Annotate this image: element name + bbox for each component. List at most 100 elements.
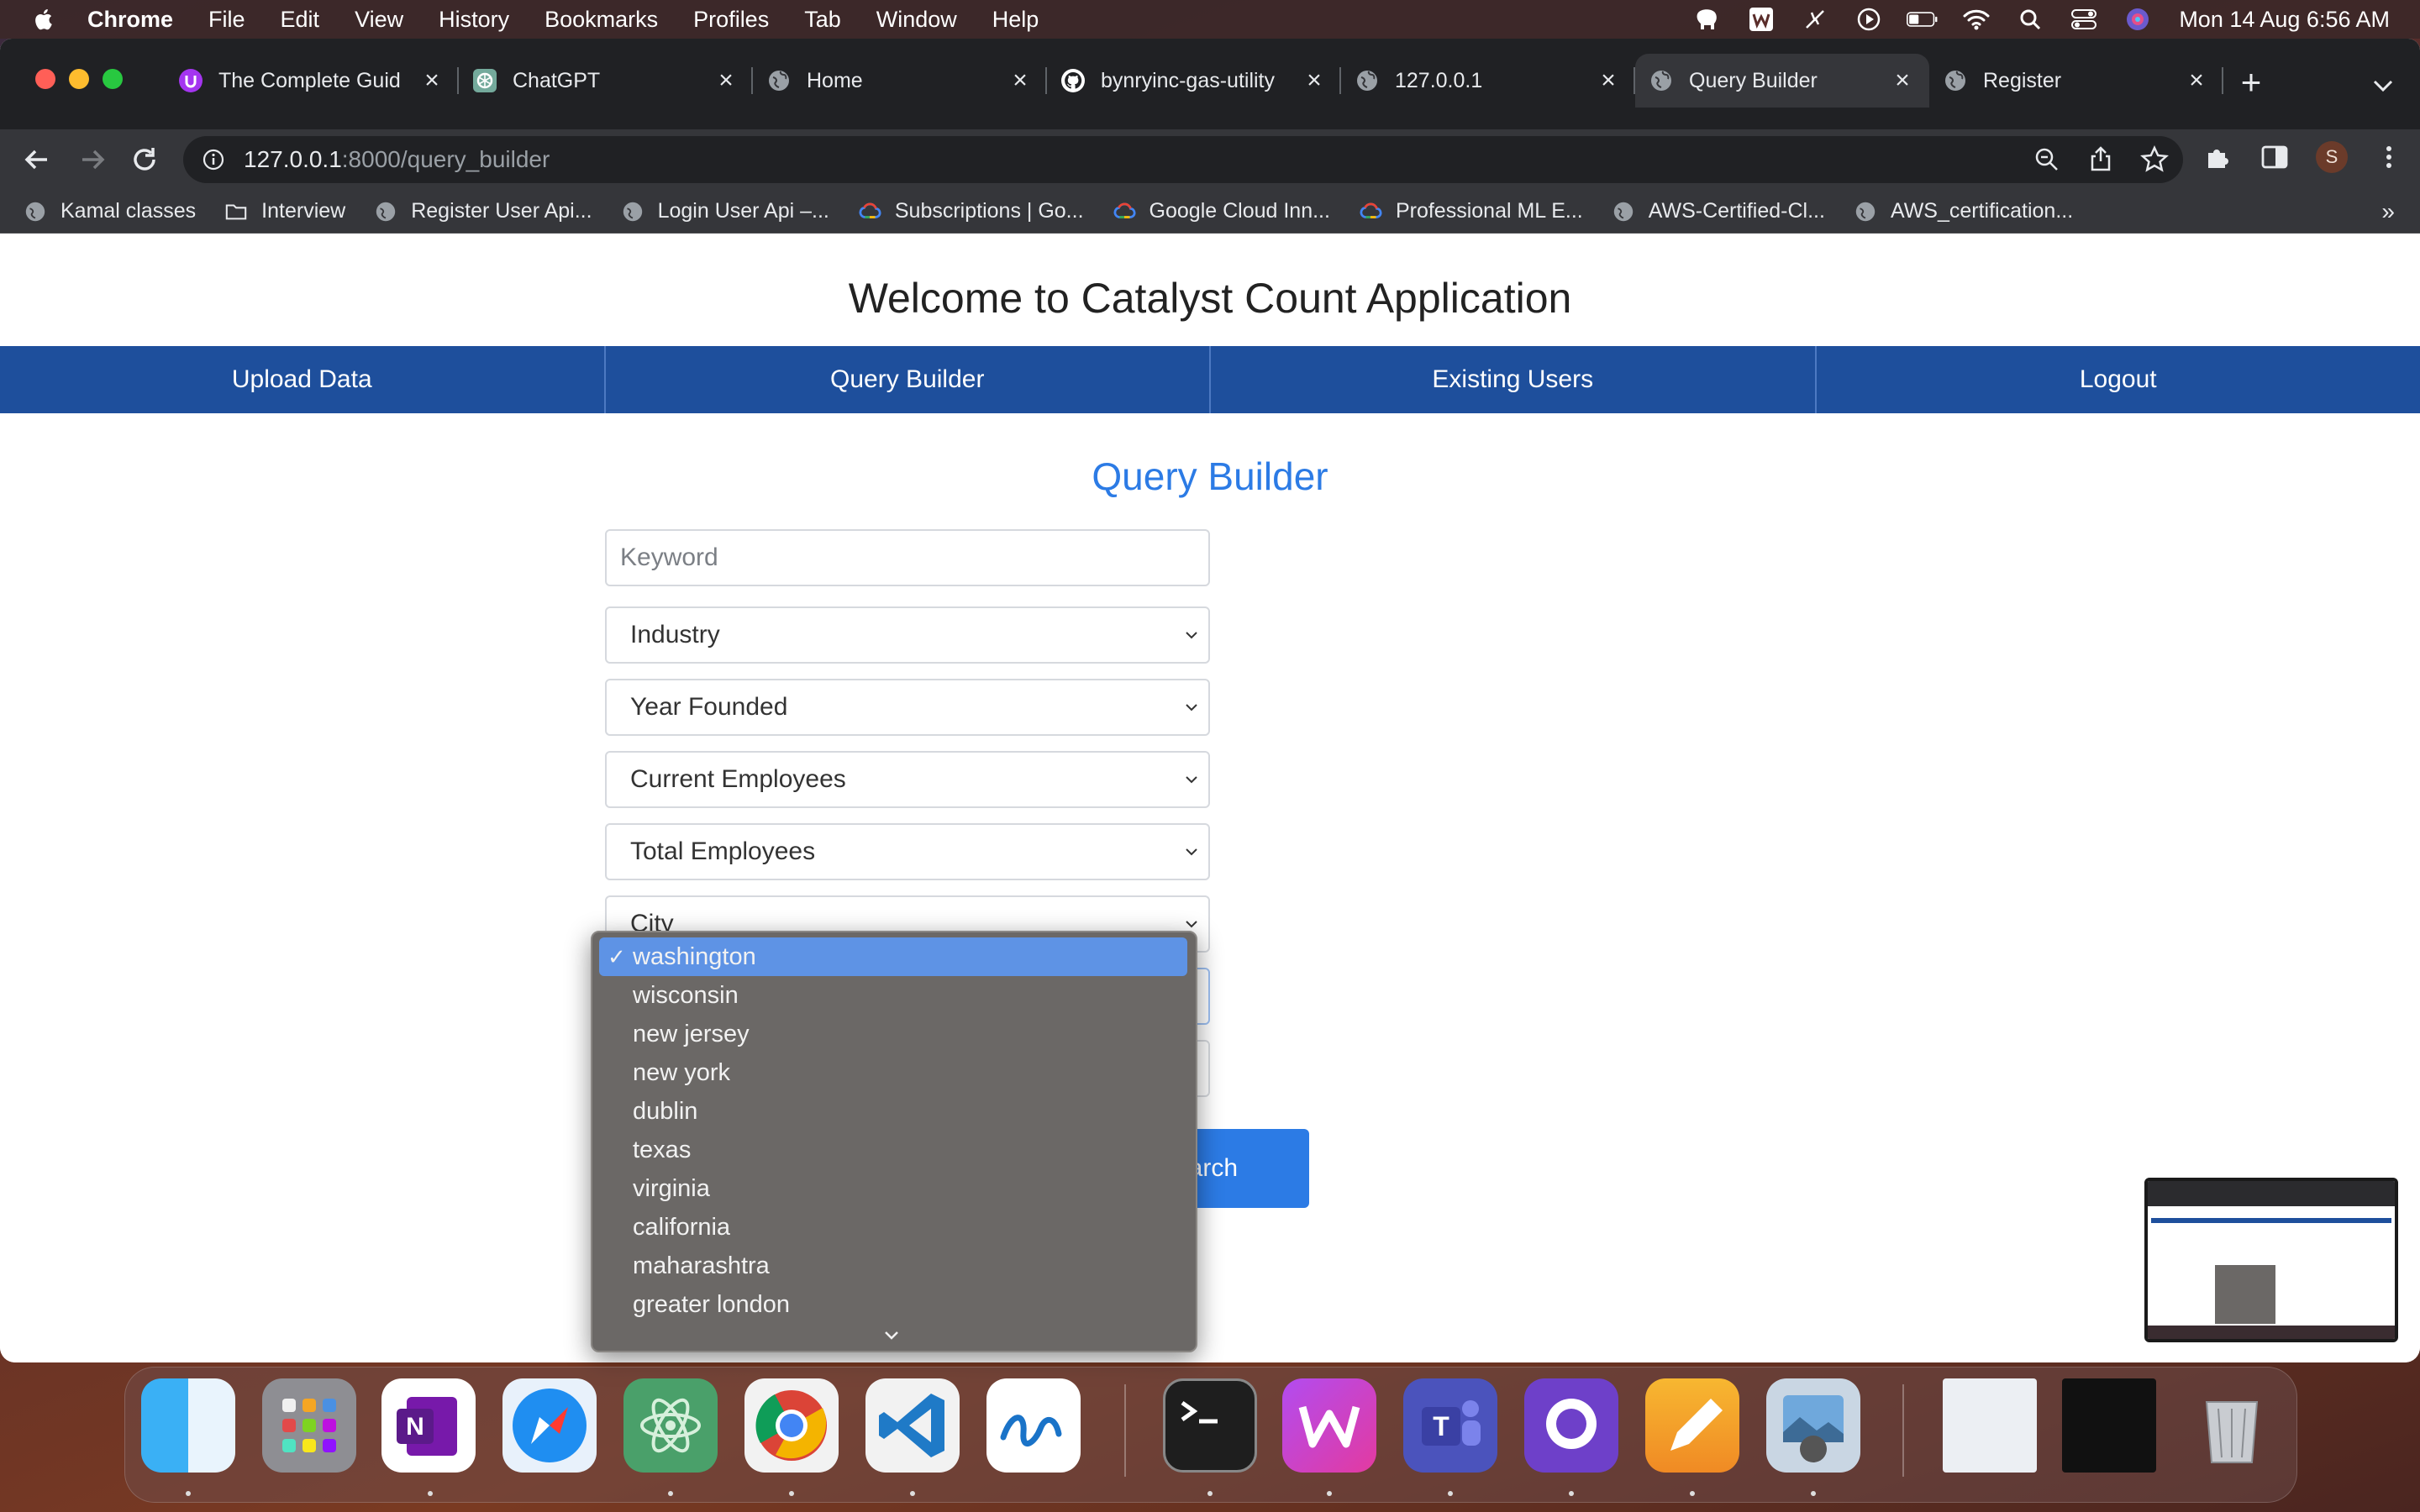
nav-existing-users[interactable]: Existing Users	[1211, 346, 1817, 413]
menu-tab[interactable]: Tab	[804, 7, 841, 33]
dropdown-option[interactable]: new york	[592, 1053, 1196, 1092]
dropdown-option[interactable]: new jersey	[592, 1015, 1196, 1053]
dropdown-option-selected[interactable]: ✓ washington	[599, 937, 1187, 976]
forward-arrow-icon[interactable]	[76, 143, 109, 176]
siri-icon[interactable]	[2122, 7, 2154, 32]
tab-register[interactable]: Register ×	[1929, 54, 2223, 108]
dropdown-option[interactable]: greater london	[592, 1285, 1196, 1324]
tab-query-builder[interactable]: Query Builder ×	[1635, 54, 1929, 108]
menu-file[interactable]: File	[208, 7, 245, 33]
nav-query-builder[interactable]: Query Builder	[605, 346, 1211, 413]
screenshot-thumbnail[interactable]	[2144, 1178, 2398, 1342]
atom-icon[interactable]	[623, 1378, 718, 1473]
nav-logout[interactable]: Logout	[1816, 346, 2420, 413]
vscode-icon[interactable]	[865, 1378, 960, 1473]
tab-complete-guide[interactable]: The Complete Guid ×	[165, 54, 459, 108]
keyword-input[interactable]	[605, 529, 1210, 586]
launchpad-icon[interactable]	[262, 1378, 356, 1473]
menu-clock[interactable]: Mon 14 Aug 6:56 AM	[2179, 7, 2390, 33]
year-founded-select[interactable]: Year Founded	[605, 679, 1210, 736]
bookmark-kamal-classes[interactable]: Kamal classes	[24, 199, 196, 223]
kebab-menu-icon[interactable]	[2373, 141, 2405, 173]
dropdown-option[interactable]: california	[592, 1208, 1196, 1247]
spotlight-search-icon[interactable]	[2014, 7, 2046, 32]
current-employees-select[interactable]: Current Employees	[605, 751, 1210, 808]
finder-icon[interactable]	[141, 1378, 235, 1473]
freeform-icon[interactable]	[986, 1378, 1081, 1473]
menu-history[interactable]: History	[439, 7, 509, 33]
close-tab-icon[interactable]: ×	[1597, 68, 1620, 93]
industry-select[interactable]: Industry	[605, 606, 1210, 664]
site-info-icon[interactable]	[202, 148, 225, 171]
control-center-icon[interactable]	[2068, 7, 2100, 32]
reload-icon[interactable]	[128, 143, 161, 176]
github-desktop-icon[interactable]	[1524, 1378, 1618, 1473]
bookmark-aws-certification[interactable]: AWS_certification...	[1854, 199, 2073, 223]
elephant-app-icon[interactable]	[1691, 7, 1723, 32]
side-panel-icon[interactable]	[2259, 141, 2291, 173]
dropdown-option[interactable]: wisconsin	[592, 976, 1196, 1015]
chevron-down-icon[interactable]	[2366, 69, 2400, 102]
close-tab-icon[interactable]: ×	[1302, 68, 1326, 93]
bookmark-login-api[interactable]: Login User Api –...	[621, 199, 829, 223]
scroll-down-chevron-icon[interactable]	[881, 1326, 902, 1346]
bookmark-star-icon[interactable]	[2139, 144, 2170, 175]
menu-view[interactable]: View	[355, 7, 403, 33]
menu-help[interactable]: Help	[992, 7, 1039, 33]
trash-icon[interactable]	[2185, 1378, 2279, 1473]
pages-icon[interactable]	[1645, 1378, 1739, 1473]
extensions-puzzle-icon[interactable]	[2202, 141, 2233, 173]
document-stack-icon[interactable]	[1943, 1378, 2037, 1473]
tab-chatgpt[interactable]: ChatGPT ×	[459, 54, 753, 108]
dropdown-option[interactable]: maharashtra	[592, 1247, 1196, 1285]
preview-icon[interactable]	[1766, 1378, 1860, 1473]
close-tab-icon[interactable]: ×	[1891, 68, 1914, 93]
screenshot-stack-icon[interactable]	[2062, 1378, 2156, 1473]
tab-github[interactable]: bynryinc-gas-utility ×	[1047, 54, 1341, 108]
chrome-icon[interactable]	[744, 1378, 839, 1473]
share-icon[interactable]	[2086, 144, 2116, 175]
terminal-icon[interactable]	[1163, 1378, 1257, 1473]
bookmark-professional-ml[interactable]: Professional ML E...	[1359, 199, 1583, 223]
dropdown-option[interactable]: dublin	[592, 1092, 1196, 1131]
bookmark-interview[interactable]: Interview	[224, 199, 345, 223]
apple-logo-icon[interactable]	[32, 7, 57, 32]
dropdown-option[interactable]: virginia	[592, 1169, 1196, 1208]
close-tab-icon[interactable]: ×	[420, 68, 444, 93]
bookmark-google-cloud[interactable]: Google Cloud Inn...	[1113, 199, 1330, 223]
total-employees-select[interactable]: Total Employees	[605, 823, 1210, 880]
fullscreen-window-button[interactable]	[103, 69, 123, 89]
bookmark-register-api[interactable]: Register User Api...	[374, 199, 592, 223]
menu-bookmarks[interactable]: Bookmarks	[544, 7, 658, 33]
onenote-icon[interactable]: N	[381, 1378, 476, 1473]
wifi-icon[interactable]	[1960, 7, 1992, 32]
address-bar[interactable]: 127.0.0.1:8000/query_builder	[183, 136, 2183, 183]
minimize-window-button[interactable]	[69, 69, 89, 89]
new-tab-button[interactable]: +	[2231, 64, 2271, 104]
bookmark-subscriptions[interactable]: Subscriptions | Go...	[858, 199, 1084, 223]
tab-localhost[interactable]: 127.0.0.1 ×	[1341, 54, 1635, 108]
mute-icon[interactable]	[1799, 7, 1831, 32]
menu-window[interactable]: Window	[876, 7, 957, 33]
close-tab-icon[interactable]: ×	[2185, 68, 2208, 93]
teams-icon[interactable]: T	[1403, 1378, 1497, 1473]
nav-upload-data[interactable]: Upload Data	[0, 346, 606, 413]
dropdown-option[interactable]: texas	[592, 1131, 1196, 1169]
play-icon[interactable]	[1853, 7, 1885, 32]
zoom-out-icon[interactable]	[2032, 144, 2062, 175]
battery-icon[interactable]	[1907, 7, 1939, 32]
menu-profiles[interactable]: Profiles	[693, 7, 769, 33]
close-tab-icon[interactable]: ×	[714, 68, 738, 93]
bookmark-aws-certified[interactable]: AWS-Certified-Cl...	[1612, 199, 1825, 223]
menu-app-name[interactable]: Chrome	[87, 7, 173, 33]
tab-home[interactable]: Home ×	[753, 54, 1047, 108]
menu-edit[interactable]: Edit	[281, 7, 320, 33]
safari-icon[interactable]	[502, 1378, 597, 1473]
close-window-button[interactable]	[35, 69, 55, 89]
close-tab-icon[interactable]: ×	[1008, 68, 1032, 93]
wps-status-icon[interactable]	[1745, 7, 1777, 32]
back-arrow-icon[interactable]	[20, 143, 54, 176]
more-bookmarks-icon[interactable]: »	[2381, 198, 2395, 225]
profile-avatar[interactable]: S	[2316, 141, 2348, 173]
wps-office-icon[interactable]	[1282, 1378, 1376, 1473]
